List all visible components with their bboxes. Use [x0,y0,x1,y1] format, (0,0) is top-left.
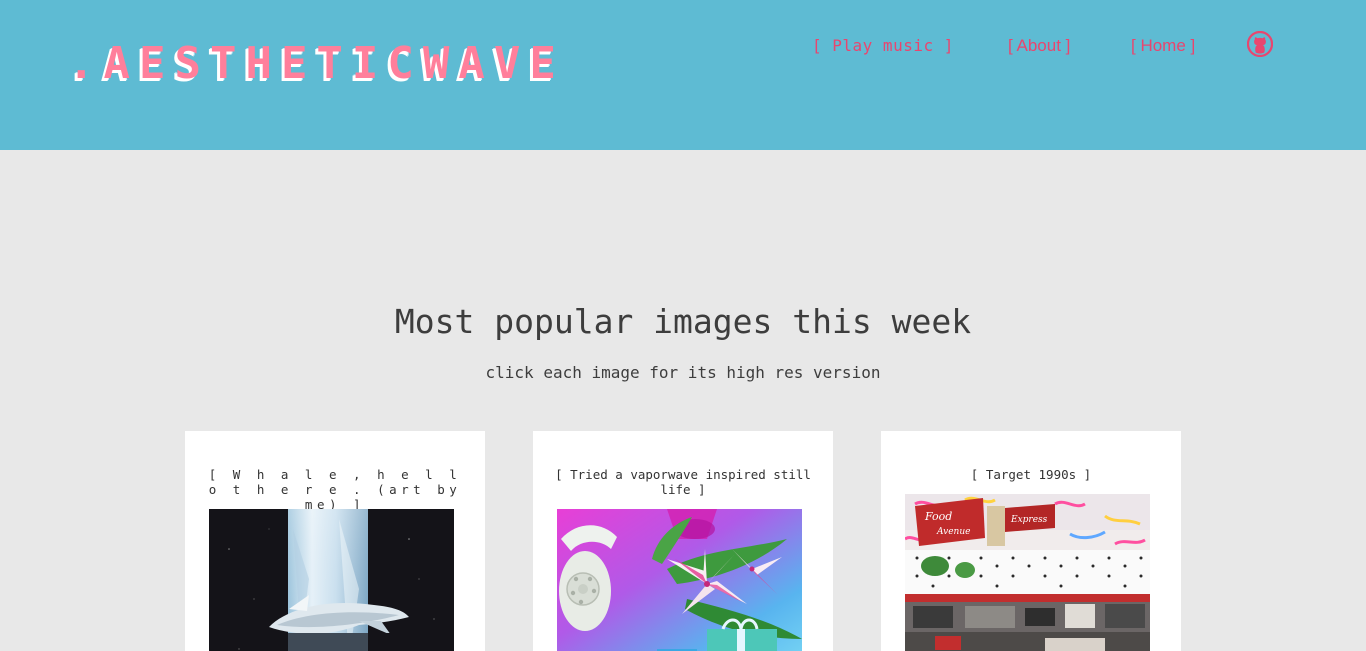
still-life-image[interactable] [557,509,802,651]
svg-text:Express: Express [1010,515,1048,525]
nav-about-link[interactable]: [ About ] [1008,34,1070,58]
card-caption: [ Target 1990s ] [970,467,1092,482]
page-title: Most popular images this week [394,302,972,341]
card-caption: [ W h a l e , h e l l o t h e r e . (art… [208,467,462,512]
image-card-whale[interactable]: [ W h a l e , h e l l o t h e r e . (art… [185,431,485,651]
nav-play-music-link[interactable]: [ Play music ] [812,34,954,58]
nav-home-link[interactable]: [ Home ] [1131,34,1195,58]
image-card-still-life[interactable]: [ Tried a vaporwave inspired still life … [533,431,833,651]
whale-image[interactable] [209,509,454,651]
image-card-target-1990s[interactable]: [ Target 1990s ] Food Avenue Express [881,431,1181,651]
target-1990s-image[interactable]: Food Avenue Express [905,494,1150,651]
svg-text:Avenue: Avenue [936,527,970,537]
site-header: .AESTHETICWAVE [ Play music ] [ About ] … [0,0,1366,150]
svg-text:Food: Food [924,510,952,523]
github-icon[interactable] [1246,30,1274,58]
card-caption: [ Tried a vaporwave inspired still life … [555,467,811,497]
page-subtitle: click each image for its high res versio… [485,363,881,382]
site-logo[interactable]: .AESTHETICWAVE [68,36,565,92]
